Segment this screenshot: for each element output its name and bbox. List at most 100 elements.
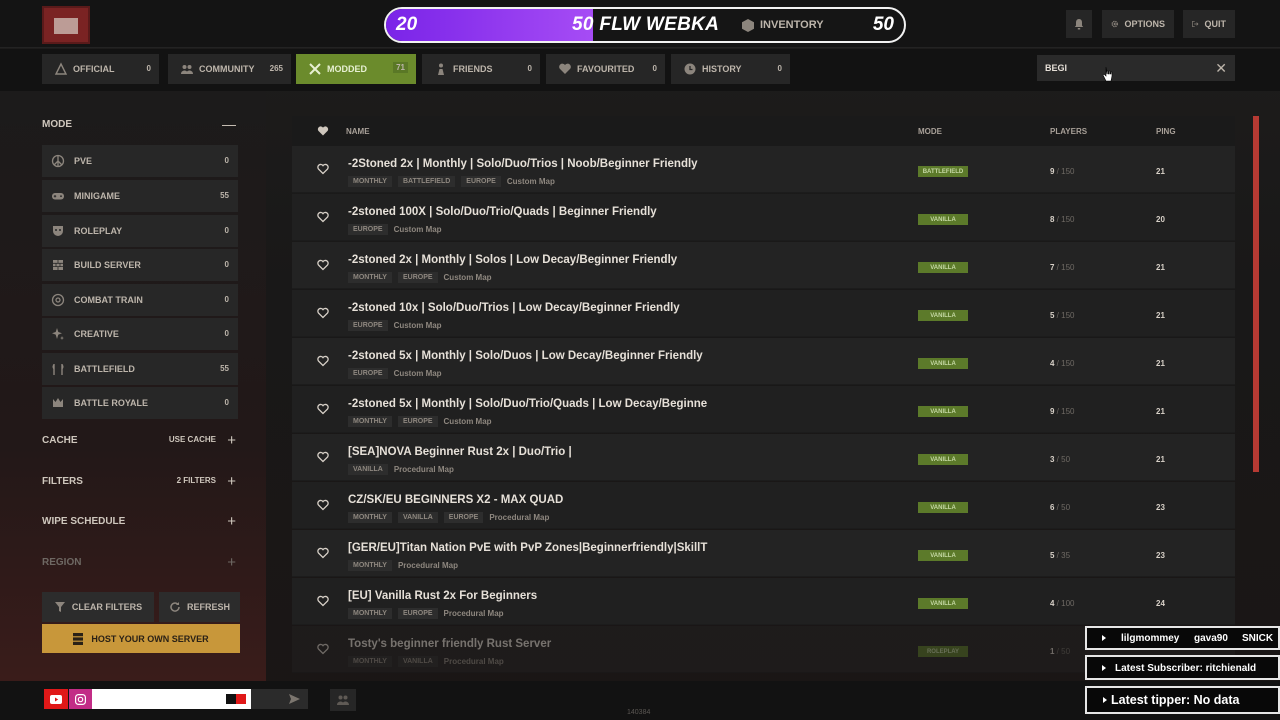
tab-friends[interactable]: FRIENDS 0 [422, 54, 540, 84]
filter-icon [54, 602, 65, 612]
avatar[interactable] [42, 6, 90, 44]
server-row[interactable]: -2stoned 100X | Solo/Duo/Trio/Quads | Be… [292, 194, 1235, 241]
server-tag: BATTLEFIELD [397, 176, 456, 187]
favourite-heart-icon[interactable] [317, 259, 329, 271]
favourite-heart-icon[interactable] [317, 355, 329, 367]
tab-favourited[interactable]: FAVOURITED 0 [546, 54, 665, 84]
expand-icon[interactable]: + [227, 513, 236, 530]
server-row[interactable]: -2stoned 5x | Monthly | Solo/Duos | Low … [292, 338, 1235, 385]
mode-item-minigame[interactable]: MINIGAME 55 [42, 180, 238, 212]
favourite-heart-icon[interactable] [317, 595, 329, 607]
server-row[interactable]: [EU] Vanilla Rust 2x For Beginners MONTHL… [292, 578, 1235, 625]
server-mode-badge: VANILLA [918, 406, 968, 417]
server-row[interactable]: CZ/SK/EU BEGINNERS X2 - MAX QUAD MONTHLY V… [292, 482, 1235, 529]
server-mode-badge: VANILLA [918, 502, 968, 513]
mode-item-battle-royale[interactable]: BATTLE ROYALE 0 [42, 387, 238, 419]
mode-item-pve[interactable]: PVE 0 [42, 145, 238, 177]
wipe-schedule-section[interactable]: WIPE SCHEDULE + [42, 513, 238, 536]
filters-section[interactable]: FILTERS 2 FILTERS + [42, 473, 238, 496]
server-name: -2stoned 2x | Monthly | Solos | Low Deca… [348, 254, 678, 266]
favourite-heart-icon[interactable] [317, 163, 329, 175]
server-name: CZ/SK/EU BEGINNERS X2 - MAX QUAD [348, 494, 564, 506]
players-max: 50 [1061, 503, 1071, 512]
region-section[interactable]: REGION + [42, 554, 238, 577]
collapse-icon[interactable]: — [222, 116, 236, 132]
server-tags: EUROPE Custom Map [348, 368, 442, 379]
mode-title: MODE [42, 119, 72, 130]
person-icon [438, 63, 444, 75]
exit-icon [1192, 20, 1199, 28]
server-row[interactable]: -2stoned 10x | Solo/Duo/Trios | Low Deca… [292, 290, 1235, 337]
mode-label: COMBAT TRAIN [74, 295, 143, 305]
column-name[interactable]: NAME [346, 127, 370, 136]
favourite-heart-icon[interactable] [317, 643, 329, 655]
server-players: 3 / 50 [1050, 455, 1071, 464]
server-row[interactable]: -2Stoned 2x | Monthly | Solo/Duo/Trios |… [292, 146, 1235, 193]
clear-filters-button[interactable]: CLEAR FILTERS [42, 592, 154, 622]
options-button[interactable]: OPTIONS [1102, 10, 1174, 38]
filters-value: 2 FILTERS [176, 476, 216, 485]
server-row[interactable]: -2stoned 2x | Monthly | Solos | Low Deca… [292, 242, 1235, 289]
tools-icon [309, 63, 321, 75]
refresh-button[interactable]: REFRESH [159, 592, 240, 622]
server-tag: MONTHLY [348, 512, 392, 523]
mode-item-roleplay[interactable]: ROLEPLAY 0 [42, 215, 238, 247]
favourite-heart-icon[interactable] [317, 403, 329, 415]
host-server-button[interactable]: HOST YOUR OWN SERVER [42, 624, 240, 653]
column-ping[interactable]: PING [1156, 127, 1176, 136]
tab-modded[interactable]: MODDED 71 [296, 54, 416, 84]
overlay-name: lilgmommey [1121, 633, 1180, 644]
server-tag: EUROPE [397, 608, 438, 619]
mode-item-combat-train[interactable]: COMBAT TRAIN 0 [42, 284, 238, 316]
notifications-button[interactable] [1066, 10, 1092, 38]
favourite-heart-icon[interactable] [317, 499, 329, 511]
inventory-button[interactable]: INVENTORY [760, 19, 824, 31]
server-tag: MONTHLY [348, 416, 392, 427]
server-map: Procedural Map [489, 513, 550, 522]
server-row[interactable]: -2stoned 5x | Monthly | Solo/Duo/Trio/Qu… [292, 386, 1235, 433]
favourite-heart-icon[interactable] [317, 211, 329, 223]
arrow-icon [1102, 664, 1106, 671]
tab-history[interactable]: HISTORY 0 [671, 54, 790, 84]
server-tag: EUROPE [461, 176, 501, 187]
expand-icon[interactable]: + [227, 554, 236, 571]
expand-icon[interactable]: + [227, 432, 236, 449]
server-row[interactable]: [SEA]NOVA Beginner Rust 2x | Duo/Trio | V… [292, 434, 1235, 481]
group-button[interactable] [330, 689, 356, 711]
expand-icon[interactable]: + [227, 473, 236, 490]
clear-search-icon[interactable]: ✕ [1215, 60, 1227, 77]
game-window: 20 50 FLW WEBKA INVENTORY 50 OPTIONS QUI… [0, 0, 1280, 720]
mode-label: BATTLEFIELD [74, 364, 135, 374]
tab-official[interactable]: OFFICIAL 0 [42, 54, 159, 84]
mode-item-creative[interactable]: CREATIVE 0 [42, 318, 238, 350]
goal-label: 50 FLW WEBKA [572, 14, 720, 35]
favourite-heart-icon[interactable] [317, 307, 329, 319]
server-row[interactable]: [GER/EU]Titan Nation PvE with PvP Zones|… [292, 530, 1235, 577]
favourite-heart-icon[interactable] [317, 547, 329, 559]
column-players[interactable]: PLAYERS [1050, 127, 1087, 136]
gear-icon [1111, 20, 1118, 28]
overlay-subscriber-box: Latest Subscriber: ritchienald [1085, 655, 1280, 680]
search-input[interactable] [1045, 61, 1195, 75]
arrow-icon [1102, 635, 1106, 641]
server-tag: EUROPE [443, 512, 484, 523]
send-button[interactable] [251, 689, 308, 709]
favourite-column-heart-icon[interactable] [317, 125, 329, 137]
cache-section[interactable]: CACHE USE CACHE + [42, 432, 238, 455]
favourite-heart-icon[interactable] [317, 451, 329, 463]
server-tags: MONTHLY VANILLA Procedural Map [348, 656, 504, 667]
quit-button[interactable]: QUIT [1183, 10, 1235, 38]
list-scrollbar[interactable] [1253, 116, 1259, 472]
mask-icon [53, 226, 63, 236]
cache-value: USE CACHE [168, 435, 216, 444]
mode-item-battlefield[interactable]: BATTLEFIELD 55 [42, 353, 238, 385]
column-mode[interactable]: MODE [918, 127, 942, 136]
server-tags: EUROPE Custom Map [348, 320, 442, 331]
server-map: Custom Map [506, 177, 555, 186]
mode-item-build-server[interactable]: BUILD SERVER 0 [42, 249, 238, 281]
server-mode-badge: BATTLEFIELD [918, 166, 968, 177]
chat-input[interactable] [92, 689, 251, 709]
mode-section-header[interactable]: MODE — [42, 116, 238, 139]
tab-community[interactable]: COMMUNITY 265 [168, 54, 291, 84]
server-name: [SEA]NOVA Beginner Rust 2x | Duo/Trio | [348, 446, 572, 458]
